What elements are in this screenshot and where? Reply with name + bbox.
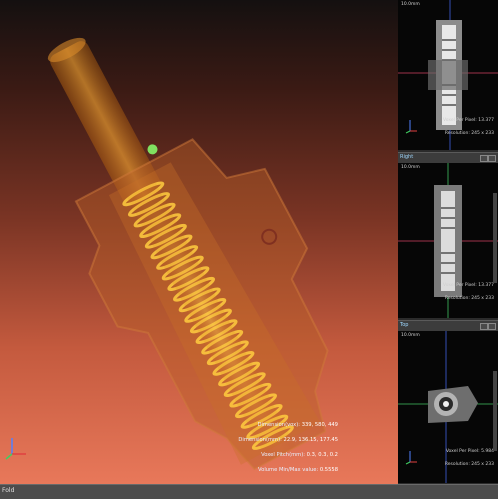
- resolution-label: Resolution: 245 x 233: [444, 296, 494, 301]
- front-view-viewport[interactable]: 10.0mm Voxel Per Pixel: 5.984 Resolution…: [398, 331, 498, 483]
- status-bar: Fold: [0, 484, 498, 499]
- viewport-title: Top: [400, 322, 409, 328]
- vertical-scrollbar[interactable]: [493, 371, 497, 451]
- status-text: Fold: [2, 487, 15, 494]
- top-view-viewport[interactable]: 10.0mm Voxel Per Pixel: 13.377 Resolutio…: [398, 0, 498, 150]
- info-dimension-mm: Dimension(mm): 22.9, 136.15, 177.45: [238, 437, 338, 443]
- xyz-axis-icon: [405, 120, 417, 134]
- vertical-scrollbar[interactable]: [493, 193, 497, 283]
- pin-icon[interactable]: [480, 155, 488, 162]
- scale-label: 10.0mm: [401, 333, 420, 338]
- info-voxel-pitch: Voxel Pitch(mm): 0.3, 0.3, 0.2: [261, 452, 338, 458]
- maximize-icon[interactable]: [488, 323, 496, 330]
- right-view-viewport[interactable]: 10.0mm Voxel Per Pixel: 13.377 Resolutio…: [398, 163, 498, 318]
- xyz-axis-icon: [405, 451, 417, 465]
- voxel-per-pixel-label: Voxel Per Pixel: 13.377: [442, 118, 494, 123]
- pin-icon[interactable]: [480, 323, 488, 330]
- side-panel: 10.0mm Voxel Per Pixel: 13.377 Resolutio…: [398, 0, 498, 484]
- info-volume-minmax: Volume Min/Max value: 0.5558: [258, 467, 338, 473]
- maximize-icon[interactable]: [488, 155, 496, 162]
- xyz-axis-icon: [5, 438, 26, 460]
- 3d-viewport[interactable]: Dimension(vox): 339, 580, 449 Dimension(…: [0, 0, 398, 484]
- resolution-label: Resolution: 245 x 233: [444, 462, 494, 467]
- scale-label: 10.0mm: [401, 2, 420, 7]
- resolution-label: Resolution: 245 x 233: [444, 131, 494, 136]
- volume-render: [47, 37, 329, 471]
- info-dimension-vox: Dimension(vox): 339, 580, 449: [257, 422, 339, 428]
- voxel-per-pixel-label: Voxel Per Pixel: 5.984: [445, 449, 494, 454]
- right-view-slice: [398, 163, 498, 318]
- viewport-title: Right: [400, 154, 414, 160]
- scale-label: 10.0mm: [401, 165, 420, 170]
- voxel-per-pixel-label: Voxel Per Pixel: 13.377: [442, 283, 494, 288]
